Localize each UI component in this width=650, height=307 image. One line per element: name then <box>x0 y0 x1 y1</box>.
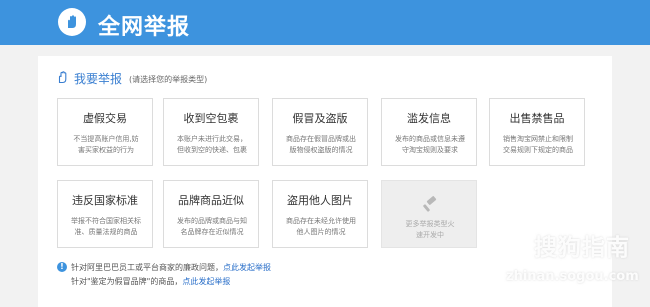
card-desc: 举报不符合国家相关标 准、质量法规的商品 <box>71 217 141 236</box>
gavel-icon <box>422 195 440 217</box>
section-hint: (请选择您的举报类型) <box>129 74 208 84</box>
note-integrity: 针对阿里巴巴员工或平台商家的廉政问题，点此发起举报 <box>71 263 271 272</box>
card-title: 违反国家标准 <box>72 194 138 207</box>
card-title: 品牌商品近似 <box>178 194 244 207</box>
report-card-image-theft[interactable]: 盗用他人图片 商品存在未经允许使用 他人图片的情况 <box>272 180 368 248</box>
section-header: 我要举报 (请选择您的举报类型) <box>56 68 207 88</box>
report-card-prohibited-goods[interactable]: 出售禁售品 销售淘宝网禁止和限制 交易规则下规定的商品 <box>489 98 585 166</box>
card-title: 滥发信息 <box>407 112 451 125</box>
report-card-spam-info[interactable]: 滥发信息 发布的商品或信息未遵 守淘宝规则及要求 <box>381 98 477 166</box>
card-desc: 更多举报类型火 速开发中 <box>405 220 455 239</box>
report-card-empty-package[interactable]: 收到空包裹 本账户未进行此交易， 但收到空的快递、包裹 <box>163 98 259 166</box>
card-title: 假冒及盗版 <box>292 112 348 125</box>
card-desc: 不当提高账户信用,妨 害买家权益的行为 <box>73 135 139 154</box>
report-card-coming-soon: 更多举报类型火 速开发中 <box>381 180 477 248</box>
card-title: 盗用他人图片 <box>287 194 353 207</box>
card-desc: 发布的品牌或商品与知 名品牌存在近似情况 <box>177 217 247 236</box>
page-title: 全网举报 <box>98 15 191 40</box>
report-card-national-standard[interactable]: 违反国家标准 举报不符合国家相关标 准、质量法规的商品 <box>57 180 153 248</box>
report-integrity-link[interactable]: 点此发起举报 <box>223 263 271 272</box>
sogou-logo-icon <box>489 226 527 264</box>
watermark-text: 搜狗指南 <box>534 235 630 261</box>
card-title: 虚假交易 <box>83 112 127 125</box>
report-card-counterfeit[interactable]: 假冒及盗版 商品存在假冒品牌或出 版物侵权盗版的情况 <box>272 98 368 166</box>
page-header: 全网举报 <box>0 0 650 45</box>
card-desc: 商品存在未经允许使用 他人图片的情况 <box>286 217 356 236</box>
section-title: 我要举报 <box>74 71 123 86</box>
watermark-url: zhinan.sogou.com <box>506 269 639 284</box>
card-title: 收到空包裹 <box>183 112 239 125</box>
card-title: 出售禁售品 <box>509 112 565 125</box>
watermark: 搜狗指南 zhinan.sogou.com <box>484 222 650 307</box>
report-card-fake-transaction[interactable]: 虚假交易 不当提高账户信用,妨 害买家权益的行为 <box>57 98 153 166</box>
info-icon: ! <box>57 262 67 272</box>
card-desc: 本账户未进行此交易， 但收到空的快递、包裹 <box>177 135 247 154</box>
card-desc: 销售淘宝网禁止和限制 交易规则下规定的商品 <box>503 135 573 154</box>
hand-icon <box>56 69 70 88</box>
note-counterfeit: 针对"鉴定为假冒品牌"的商品，点此发起举报 <box>71 277 231 286</box>
shield-hand-icon <box>58 8 86 36</box>
report-card-brand-similar[interactable]: 品牌商品近似 发布的品牌或商品与知 名品牌存在近似情况 <box>163 180 259 248</box>
card-desc: 商品存在假冒品牌或出 版物侵权盗版的情况 <box>286 135 356 154</box>
report-counterfeit-link[interactable]: 点此发起举报 <box>182 277 230 286</box>
card-desc: 发布的商品或信息未遵 守淘宝规则及要求 <box>395 135 465 154</box>
